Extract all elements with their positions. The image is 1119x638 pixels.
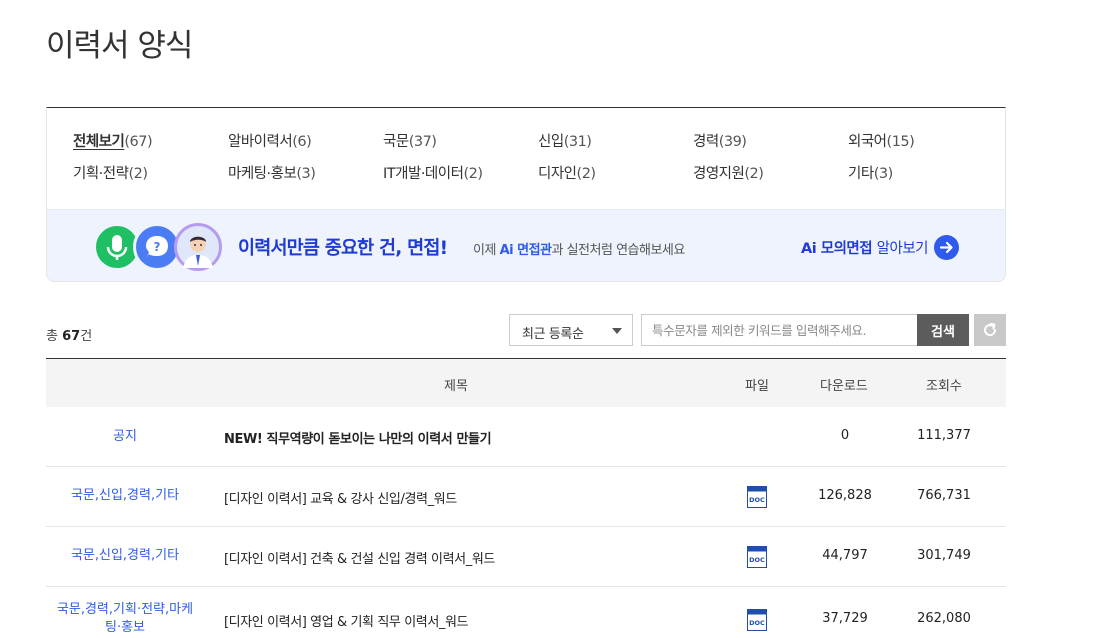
doc-file-icon[interactable]: DOC (747, 486, 767, 508)
reset-button[interactable] (974, 314, 1006, 346)
table-row[interactable]: 국문,경력,기획·전략,마케 팅·홍보 [디자인 이력서] 영업 & 기획 직무 … (46, 587, 1006, 638)
category-entry-level[interactable]: 신입(31) (538, 132, 693, 153)
category-korean[interactable]: 국문(37) (383, 132, 538, 153)
header-title: 제목 (444, 379, 468, 394)
search-input[interactable] (641, 314, 918, 346)
row-downloads: 126,828 (818, 488, 872, 503)
category-planning-strategy[interactable]: 기획·전략(2) (73, 164, 228, 185)
header-downloads: 다운로드 (820, 379, 868, 394)
svg-text:DOC: DOC (749, 496, 765, 504)
category-all[interactable]: 전체보기(67) (73, 132, 228, 153)
row-views: 301,749 (917, 548, 971, 563)
row-category[interactable]: 국문,신입,경력,기타 (46, 487, 204, 505)
category-management-support[interactable]: 경영지원(2) (693, 164, 848, 185)
category-foreign-language[interactable]: 외국어(15) (848, 132, 1003, 153)
category-etc[interactable]: 기타(3) (848, 164, 1003, 185)
category-filter-box: 전체보기(67) 알바이력서(6) 국문(37) 신입(31) 경력(39) 외… (46, 107, 1006, 282)
doc-file-icon[interactable]: DOC (747, 609, 767, 631)
category-part-time[interactable]: 알바이력서(6) (228, 132, 383, 153)
svg-text:DOC: DOC (749, 619, 765, 627)
row-category[interactable]: 국문,경력,기획·전략,마케 팅·홍보 (46, 601, 204, 637)
sort-dropdown[interactable]: 최근 등록순 (509, 314, 633, 346)
person-avatar-icon (174, 223, 222, 271)
table-row[interactable]: 국문,신입,경력,기타 [디자인 이력서] 건축 & 건설 신입 경력 이력서_… (46, 527, 1006, 587)
row-category[interactable]: 국문,신입,경력,기타 (46, 547, 204, 565)
resume-table: 제목 파일 다운로드 조회수 공지 NEW! 직무역량이 돋보이는 나만의 이력… (46, 358, 1006, 638)
row-category[interactable]: 공지 (46, 428, 204, 446)
row-title[interactable]: NEW! 직무역량이 돋보이는 나만의 이력서 만들기 (224, 428, 492, 447)
table-row[interactable]: 국문,신입,경력,기타 [디자인 이력서] 교육 & 강사 신입/경력_워드 D… (46, 467, 1006, 527)
category-marketing-pr[interactable]: 마케팅·홍보(3) (228, 164, 383, 185)
chevron-down-icon (612, 328, 622, 334)
row-title[interactable]: [디자인 이력서] 건축 & 건설 신입 경력 이력서_워드 (224, 548, 495, 567)
ai-mock-interview-link[interactable]: Ai 모의면접 알아보기 (801, 237, 929, 258)
arrow-right-icon[interactable] (934, 235, 959, 260)
banner-title: 이력서만큼 중요한 건, 면접! (238, 238, 448, 259)
page-title: 이력서 양식 (46, 28, 193, 64)
category-design[interactable]: 디자인(2) (538, 164, 693, 185)
header-file: 파일 (745, 379, 769, 394)
category-it-dev-data[interactable]: IT개발·데이터(2) (383, 164, 538, 185)
row-views: 766,731 (917, 488, 971, 503)
row-downloads: 37,729 (822, 611, 868, 626)
total-count: 총 67건 (46, 329, 93, 344)
svg-text:DOC: DOC (749, 556, 765, 564)
row-title[interactable]: [디자인 이력서] 영업 & 기획 직무 이력서_워드 (224, 611, 469, 630)
row-title[interactable]: [디자인 이력서] 교육 & 강사 신입/경력_워드 (224, 488, 457, 507)
category-grid: 전체보기(67) 알바이력서(6) 국문(37) 신입(31) 경력(39) 외… (73, 132, 1003, 185)
row-downloads: 0 (840, 428, 850, 443)
header-views: 조회수 (926, 379, 962, 394)
ai-interview-banner[interactable]: ? 이력서만큼 중요한 건, 면접! 이제 Ai 면접관과 실전처럼 연습해보세… (47, 209, 1005, 281)
table-header: 제목 파일 다운로드 조회수 (46, 359, 1006, 407)
row-views: 262,080 (917, 611, 971, 626)
sort-selected-value: 최근 등록순 (522, 327, 584, 342)
category-experienced[interactable]: 경력(39) (693, 132, 848, 153)
svg-text:?: ? (154, 240, 161, 254)
refresh-icon (984, 323, 997, 337)
row-downloads: 44,797 (822, 548, 868, 563)
doc-file-icon[interactable]: DOC (747, 546, 767, 568)
row-views: 111,377 (917, 428, 971, 443)
table-row[interactable]: 공지 NEW! 직무역량이 돋보이는 나만의 이력서 만들기 0 111,377 (46, 407, 1006, 467)
search-button[interactable]: 검색 (917, 314, 969, 346)
banner-description: 이제 Ai 면접관과 실전처럼 연습해보세요 (473, 243, 685, 258)
